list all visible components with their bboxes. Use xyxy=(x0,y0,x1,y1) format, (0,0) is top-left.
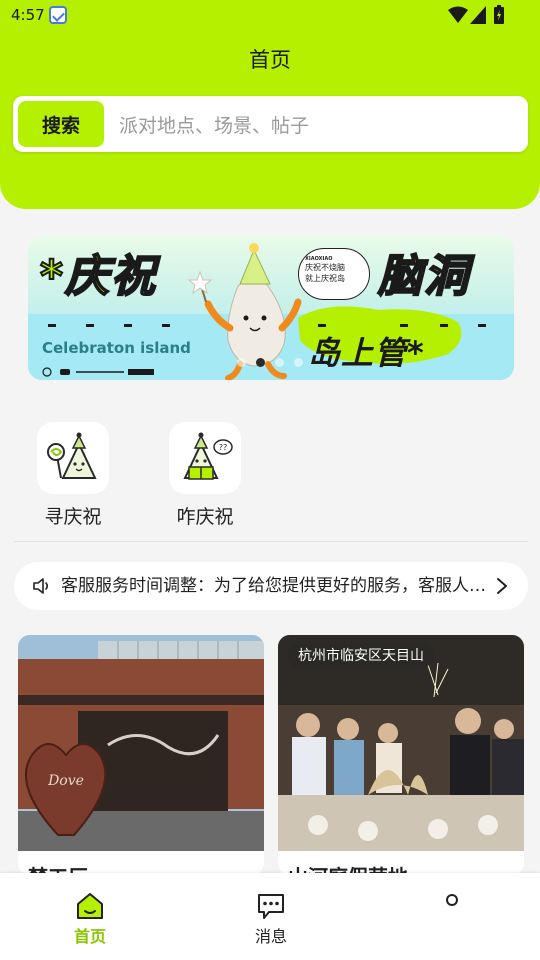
banner-caption: Celebraton island xyxy=(42,339,191,357)
search-button[interactable]: 搜索 xyxy=(18,101,104,147)
quick-entry-how-icon-box[interactable]: ?? xyxy=(169,422,241,494)
carousel-dot[interactable] xyxy=(237,358,246,367)
quick-entry-how-label: 咋庆祝 xyxy=(176,506,234,528)
nav-item-messages-label: 消息 xyxy=(254,927,287,946)
message-icon xyxy=(258,894,284,919)
banner-sub-headline: 岛上管* xyxy=(308,334,425,372)
venue-photo: Dove xyxy=(18,635,264,851)
notification-app-icon xyxy=(49,6,67,24)
banner-bubble-brand: XIAOXIAO xyxy=(305,256,333,262)
search-input[interactable]: 派对地点、场景、帖子 xyxy=(119,96,309,152)
battery-icon xyxy=(494,5,504,24)
notice-text: 客服服务时间调整：为了给您提供更好的服务，客服人员服务时间调整为 xyxy=(61,576,496,596)
nav-item-messages[interactable]: 消息 xyxy=(231,891,311,947)
venue-card[interactable]: 杭州市临安区天目山 山河庭假营地 xyxy=(278,635,524,875)
carousel-dot[interactable] xyxy=(275,358,284,367)
wifi-icon xyxy=(448,6,468,23)
banner-bubble-line1: 庆祝不烧脑 xyxy=(305,263,345,272)
nav-item-home-label: 首页 xyxy=(73,927,106,946)
carousel-dot[interactable] xyxy=(256,358,265,367)
signal-icon xyxy=(470,6,486,24)
page-title: 首页 xyxy=(249,48,291,72)
svg-text:??: ?? xyxy=(219,443,228,452)
carousel-dot[interactable] xyxy=(294,358,303,367)
mascot-book-icon: ?? xyxy=(183,432,233,480)
home-icon xyxy=(77,893,103,919)
chevron-right-icon[interactable] xyxy=(496,577,508,595)
carousel-indicator xyxy=(237,358,305,368)
quick-entry-find-icon-box[interactable] xyxy=(37,422,109,494)
mascot-lollipop-icon xyxy=(47,432,97,479)
promo-banner[interactable]: *庆祝 脑洞 XIAOXIAO 庆祝不烧脑 就上庆祝岛 Celebraton i… xyxy=(28,236,514,380)
header: 4:57 首页 搜索 派对地点、场景、帖子 xyxy=(0,0,540,209)
quick-entry-find[interactable]: 寻庆祝 xyxy=(37,422,111,529)
profile-icon[interactable] xyxy=(445,893,459,907)
notice-bar[interactable]: 客服服务时间调整：为了给您提供更好的服务，客服人员服务时间调整为 xyxy=(14,562,528,610)
banner-left-headline: *庆祝 xyxy=(39,250,158,303)
quick-entry-how[interactable]: ?? 咋庆祝 xyxy=(169,422,243,529)
quick-entry-find-label: 寻庆祝 xyxy=(44,506,102,528)
speaker-icon xyxy=(33,578,49,594)
banner-speech-bubble: XIAOXIAO 庆祝不烧脑 就上庆祝岛 xyxy=(298,248,370,300)
location-tag: 杭州市临安区天目山 xyxy=(288,644,434,668)
status-bar: 4:57 xyxy=(0,0,540,32)
search-bar[interactable]: 搜索 派对地点、场景、帖子 xyxy=(13,96,528,152)
status-time: 4:57 xyxy=(11,6,45,24)
svg-text:Dove: Dove xyxy=(47,773,84,789)
banner-right-headline: 脑洞 xyxy=(377,250,470,303)
banner-bubble-line2: 就上庆祝岛 xyxy=(305,274,345,283)
nav-item-home[interactable]: 首页 xyxy=(50,891,130,947)
venue-card[interactable]: Dove 梦工厂 xyxy=(18,635,264,875)
bottom-navigation: 首页 消息 xyxy=(0,873,540,960)
section-divider xyxy=(14,541,528,542)
